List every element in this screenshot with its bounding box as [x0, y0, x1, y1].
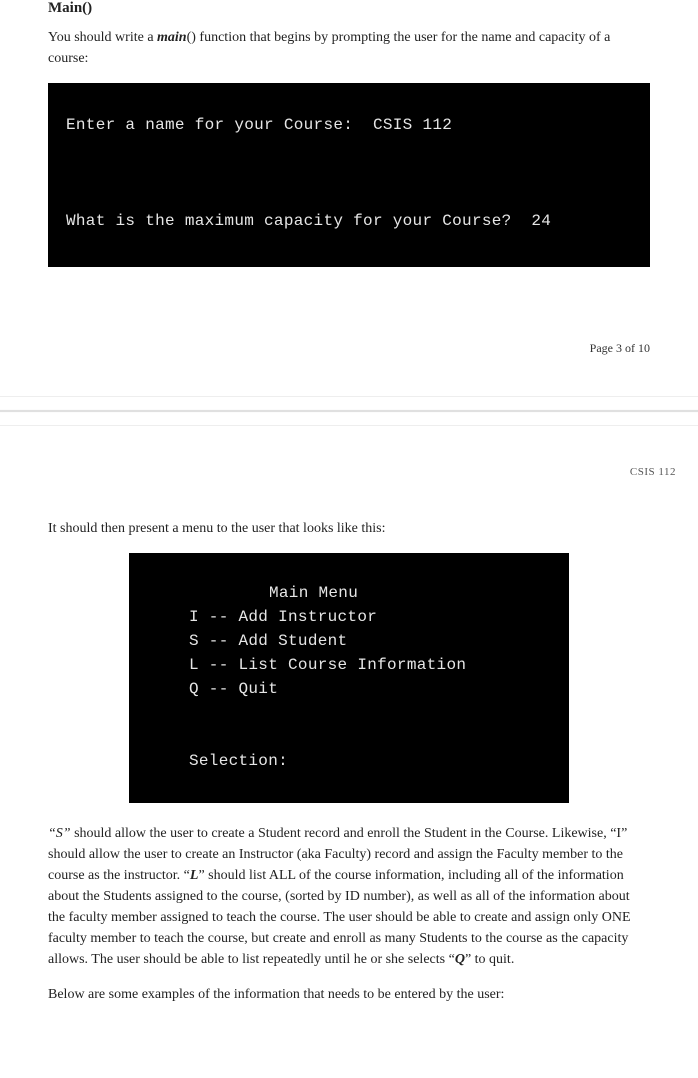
page-number: Page 3 of 10	[0, 281, 698, 396]
console-output-1: Enter a name for your Course: CSIS 112 W…	[48, 83, 650, 267]
page-header-course: CSIS 112	[0, 466, 698, 478]
q-quote: Q	[455, 952, 465, 967]
menu-intro-paragraph: It should then present a menu to the use…	[48, 518, 650, 539]
intro-main-word: main	[157, 30, 187, 45]
menu-title: Main Menu	[189, 584, 358, 602]
intro-text-pre: You should write a	[48, 30, 157, 45]
menu-selection-prompt: Selection:	[189, 752, 288, 770]
menu-item-l: L -- List Course Information	[189, 656, 466, 674]
menu-item-s: S -- Add Student	[189, 632, 347, 650]
console-output-menu: Main Menu I -- Add Instructor S -- Add S…	[129, 553, 569, 803]
s-quote: “S”	[48, 826, 71, 841]
menu-item-i: I -- Add Instructor	[189, 608, 377, 626]
page-break	[0, 396, 698, 426]
console1-line1: Enter a name for your Course: CSIS 112	[66, 116, 452, 134]
console1-line2: What is the maximum capacity for your Co…	[66, 212, 551, 230]
menu-item-q: Q -- Quit	[189, 680, 278, 698]
p2-text-3: ” to quit.	[465, 952, 514, 967]
intro-paragraph: You should write a main() function that …	[48, 27, 650, 69]
explanation-paragraph: “S” should allow the user to create a St…	[48, 823, 650, 970]
examples-intro: Below are some examples of the informati…	[48, 984, 650, 1005]
section-heading: Main()	[48, 0, 650, 17]
